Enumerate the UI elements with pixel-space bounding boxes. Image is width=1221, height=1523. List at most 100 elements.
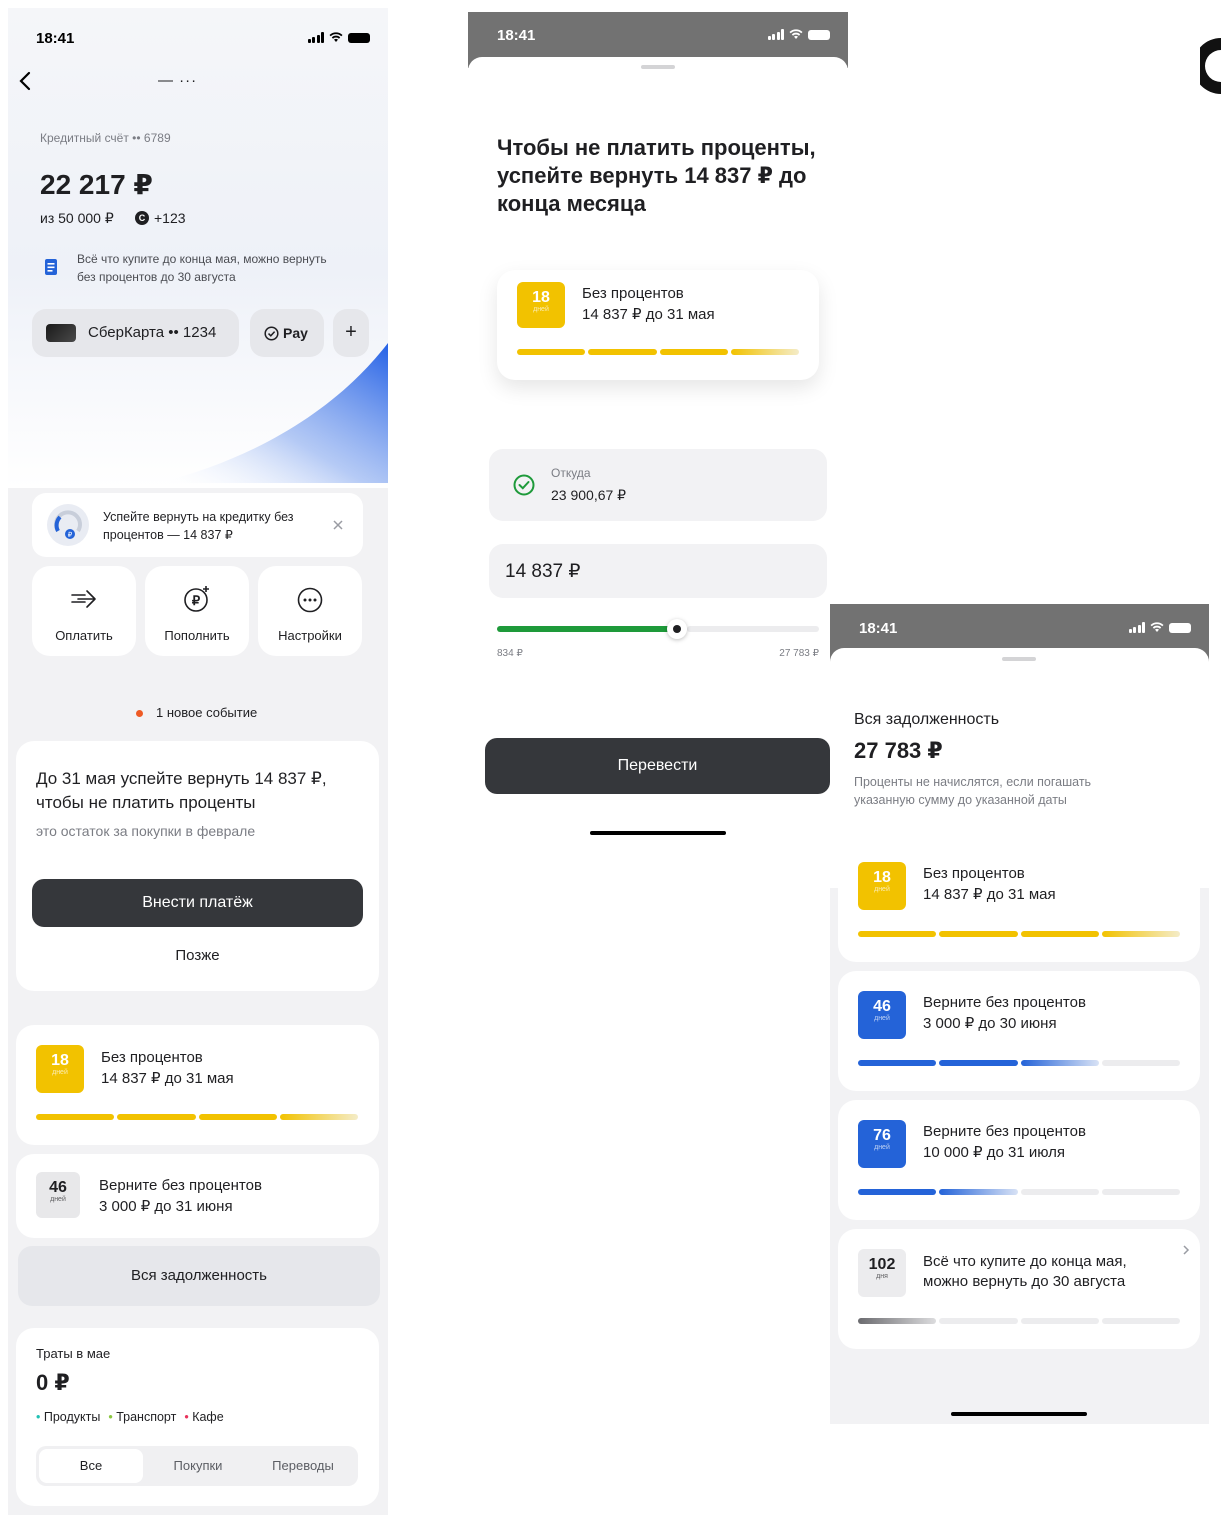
- sheet-grabber[interactable]: [1002, 657, 1036, 661]
- amount-value: 14 837 ₽: [505, 561, 581, 582]
- card-icon: [46, 324, 76, 342]
- decor-wave: [158, 343, 388, 483]
- action-topup[interactable]: ₽ Пополнить: [145, 566, 249, 656]
- battery-icon: [808, 29, 830, 40]
- event-text[interactable]: 1 новое событие: [156, 705, 257, 720]
- grace-period-card[interactable]: 76 дней Верните без процентов 10 000 ₽ д…: [838, 1100, 1200, 1220]
- progress-segment: [659, 349, 728, 355]
- grace-subtitle: 14 837 ₽ до 31 мая: [101, 1070, 234, 1087]
- back-icon[interactable]: [18, 70, 34, 92]
- progress-segment: [939, 1318, 1018, 1324]
- bonus-amount: +123: [154, 210, 186, 226]
- progress-segment: [36, 1114, 115, 1120]
- status-bar: 18:41: [8, 8, 388, 62]
- sheet-grabber[interactable]: [641, 65, 675, 69]
- days-badge: 46 дней: [36, 1172, 80, 1218]
- amount-slider[interactable]: [497, 619, 819, 639]
- slider-thumb[interactable]: [667, 619, 687, 639]
- grace-subtitle: 10 000 ₽ до 31 июля: [923, 1144, 1066, 1161]
- tab-all[interactable]: Все: [39, 1449, 143, 1483]
- wifi-icon: [789, 29, 803, 39]
- wifi-icon: [1150, 622, 1164, 632]
- action-pay-label: Оплатить: [55, 628, 113, 643]
- card-label: СберКарта •• 1234: [88, 324, 217, 341]
- tab-purchases[interactable]: Покупки: [146, 1449, 250, 1483]
- progress-segment: [279, 1114, 358, 1120]
- sheet-heading: Чтобы не платить проценты, успейте верну…: [497, 135, 816, 216]
- status-icons: [767, 29, 830, 40]
- slider-track: [687, 626, 819, 632]
- slider-max-label: 27 783 ₽: [779, 648, 819, 659]
- pay-label: Pay: [283, 325, 308, 341]
- debt-note: Проценты не начислятся, если погашать ук…: [854, 775, 1092, 807]
- transfer-button[interactable]: Перевести: [485, 738, 830, 794]
- legend-item: • Транспорт: [108, 1410, 177, 1424]
- action-topup-label: Пополнить: [164, 628, 230, 643]
- grace-period-card[interactable]: 102 дня Всё что купите до конца мая, мож…: [838, 1229, 1200, 1349]
- tab-transfers[interactable]: Переводы: [251, 1449, 355, 1483]
- promo-card: До 31 мая успейте вернуть 14 837 ₽, чтоб…: [16, 741, 379, 991]
- action-settings[interactable]: Настройки: [258, 566, 362, 656]
- days-unit: дня: [876, 1273, 888, 1280]
- card-chip[interactable]: СберКарта •• 1234: [32, 309, 239, 357]
- wifi-icon: [329, 32, 343, 42]
- account-label: Кредитный счёт •• 6789: [40, 131, 171, 145]
- make-payment-button[interactable]: Внести платёж: [32, 879, 363, 927]
- days-number: 46: [49, 1179, 67, 1196]
- status-time: 18:41: [36, 30, 75, 47]
- signal-icon: [767, 29, 784, 40]
- promo-title: До 31 мая успейте вернуть 14 837 ₽, чтоб…: [36, 769, 327, 812]
- later-button[interactable]: Позже: [32, 947, 363, 964]
- partial-logo-icon: [1200, 38, 1221, 94]
- reminder-text: Успейте вернуть на кредитку без проценто…: [103, 510, 294, 542]
- days-badge: 18 дней: [517, 282, 565, 328]
- balance-amount: 22 217 ₽: [40, 169, 153, 200]
- add-card-button[interactable]: +: [333, 309, 369, 357]
- status-time: 18:41: [859, 620, 898, 637]
- status-time: 18:41: [497, 27, 536, 44]
- close-icon[interactable]: [332, 519, 344, 531]
- progress-segments: [858, 931, 1180, 937]
- home-indicator: [590, 831, 726, 835]
- progress-segment: [858, 1189, 937, 1195]
- chevron-right-icon: [1183, 1245, 1190, 1255]
- spending-title: Траты в мае: [36, 1346, 111, 1361]
- signal-icon: [1128, 622, 1145, 633]
- pay-button[interactable]: Pay: [250, 309, 324, 357]
- sheet-header: [468, 57, 848, 87]
- days-number: 102: [868, 1256, 896, 1273]
- action-pay[interactable]: Оплатить: [32, 566, 136, 656]
- all-debt-button[interactable]: Вся задолженность: [18, 1246, 380, 1306]
- legend-label: Продукты: [43, 1410, 101, 1424]
- reminder-card[interactable]: ₽ Успейте вернуть на кредитку без процен…: [32, 493, 363, 557]
- svg-text:₽: ₽: [192, 593, 201, 608]
- spending-card: Траты в мае 0 ₽ • Продукты • Транспорт •…: [16, 1328, 379, 1506]
- progress-segment: [939, 1189, 1018, 1195]
- days-number: 76: [873, 1127, 891, 1144]
- progress-segment: [939, 931, 1018, 937]
- spending-tabs: Все Покупки Переводы: [36, 1446, 358, 1486]
- progress-segment: [117, 1114, 196, 1120]
- progress-segment: [730, 349, 799, 355]
- source-account-field[interactable]: Откуда 23 900,67 ₽: [489, 449, 827, 521]
- source-label: Откуда: [551, 466, 591, 480]
- amount-input[interactable]: 14 837 ₽: [489, 544, 827, 598]
- grace-title: Без процентов: [923, 865, 1025, 882]
- days-number: 46: [873, 998, 891, 1015]
- credit-account-screen: 18:41 — ··· Кредитный счёт •• 6789 22 21…: [8, 8, 388, 1515]
- days-unit: дней: [874, 1144, 890, 1151]
- progress-segment: [1020, 1189, 1099, 1195]
- grace-period-card[interactable]: 18 дней Без процентов 14 837 ₽ до 31 мая: [838, 842, 1200, 962]
- days-unit: дней: [533, 306, 549, 313]
- promo-subtitle: это остаток за покупки в феврале: [36, 823, 256, 839]
- progress-segment: [1020, 1060, 1099, 1066]
- grace-subtitle: 14 837 ₽ до 31 мая: [923, 886, 1056, 903]
- days-unit: дней: [874, 886, 890, 893]
- grace-title: Без процентов: [101, 1049, 203, 1066]
- grace-period-card[interactable]: 18 дней Без процентов 14 837 ₽ до 31 мая: [16, 1025, 379, 1145]
- days-badge: 46 дней: [858, 991, 906, 1039]
- grace-subtitle: 3 000 ₽ до 30 июня: [923, 1015, 1057, 1032]
- grace-period-card[interactable]: 46 дней Верните без процентов 3 000 ₽ до…: [838, 971, 1200, 1091]
- document-icon: [45, 259, 57, 275]
- grace-period-card[interactable]: 46 дней Верните без процентов 3 000 ₽ до…: [16, 1154, 379, 1238]
